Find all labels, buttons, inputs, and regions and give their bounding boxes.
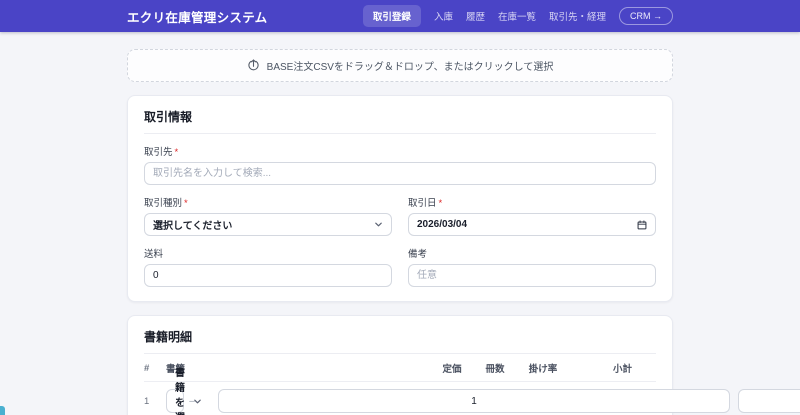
col-header-price: 定価 bbox=[442, 364, 462, 375]
main-nav: 取引登録 入庫 履歴 在庫一覧 取引先・経理 CRM → bbox=[362, 5, 673, 27]
upload-icon bbox=[247, 59, 260, 72]
nav-tab-stock-in[interactable]: 入庫 bbox=[434, 9, 453, 23]
nav-tab-partners-accounting[interactable]: 取引先・経理 bbox=[549, 9, 606, 23]
calendar-icon[interactable] bbox=[637, 219, 647, 230]
col-header-book: 書籍 bbox=[166, 364, 186, 375]
transaction-date-label: 取引日 * bbox=[408, 198, 443, 209]
transaction-type-selected-value: 選択してください bbox=[153, 221, 233, 232]
nav-tab-history[interactable]: 履歴 bbox=[466, 9, 485, 23]
chevron-down-icon bbox=[374, 220, 383, 229]
transaction-date-value: 2026/03/04 bbox=[417, 219, 468, 230]
partner-field-label: 取引先 * bbox=[144, 147, 179, 158]
nav-tab-transaction-register[interactable]: 取引登録 bbox=[362, 5, 421, 27]
col-header-rate: 掛け率 bbox=[528, 364, 558, 375]
col-header-index: # bbox=[144, 362, 150, 374]
shipping-fee-input[interactable] bbox=[144, 264, 392, 287]
crm-link-button[interactable]: CRM → bbox=[619, 7, 673, 25]
app-header: エクリ在庫管理システム 取引登録 入庫 履歴 在庫一覧 取引先・経理 CRM → bbox=[0, 0, 800, 32]
note-label: 備考 bbox=[408, 249, 428, 260]
row-index: 1 bbox=[144, 395, 150, 407]
main-content: BASE注文CSVをドラッグ＆ドロップ、またはクリックして選択 取引情報 取引先… bbox=[127, 49, 800, 415]
nav-tab-inventory-list[interactable]: 在庫一覧 bbox=[498, 9, 536, 23]
book-select-value: 書籍を選択... bbox=[175, 367, 185, 415]
book-table-row: 1 書籍を選択... – ¥0 × bbox=[144, 368, 800, 415]
rate-input[interactable] bbox=[738, 389, 800, 413]
row-list-price: – bbox=[189, 395, 195, 407]
transaction-section-title: 取引情報 bbox=[144, 108, 656, 134]
partner-search-input[interactable] bbox=[144, 162, 656, 185]
col-header-subtotal: 小計 bbox=[612, 364, 632, 375]
note-input[interactable] bbox=[408, 264, 656, 287]
required-marker: * bbox=[184, 198, 188, 209]
shipping-fee-label: 送料 bbox=[144, 249, 164, 260]
book-lines-section-title: 書籍明細 bbox=[144, 328, 656, 354]
quantity-input[interactable] bbox=[218, 389, 730, 413]
transaction-type-label: 取引種別 * bbox=[144, 198, 188, 209]
transaction-type-select[interactable]: 選択してください bbox=[144, 213, 392, 236]
book-table-header: # 書籍 定価 冊数 掛け率 小計 bbox=[144, 361, 656, 382]
app-title: エクリ在庫管理システム bbox=[127, 10, 268, 25]
bottom-left-sliver bbox=[0, 406, 5, 415]
transaction-info-card: 取引情報 取引先* 取引種別* 選択してください bbox=[127, 95, 673, 302]
book-lines-card: 書籍明細 # 書籍 定価 冊数 掛け率 小計 1 書籍を選択... bbox=[127, 315, 800, 415]
required-marker: * bbox=[438, 198, 443, 209]
required-marker: * bbox=[174, 147, 179, 158]
csv-dropzone-label: BASE注文CSVをドラッグ＆ドロップ、またはクリックして選択 bbox=[266, 62, 554, 73]
col-header-qty: 冊数 bbox=[485, 364, 505, 375]
transaction-date-input[interactable]: 2026/03/04 bbox=[408, 213, 656, 236]
csv-dropzone[interactable]: BASE注文CSVをドラッグ＆ドロップ、またはクリックして選択 bbox=[127, 49, 673, 82]
